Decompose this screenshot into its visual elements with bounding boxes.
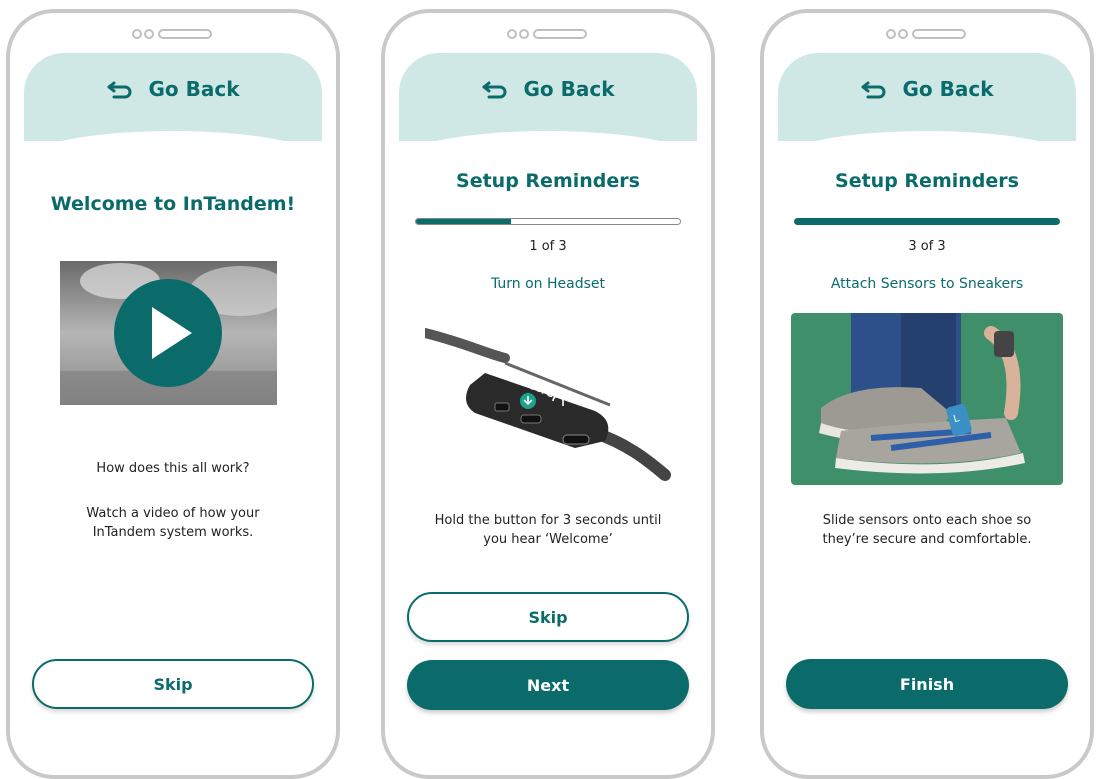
skip-button[interactable]: Skip (407, 592, 689, 642)
sneaker-sensor-photo: L (791, 313, 1063, 485)
finish-button[interactable]: Finish (786, 659, 1068, 709)
back-arrow-icon (107, 81, 132, 99)
step-counter: 1 of 3 (529, 239, 567, 254)
back-arrow-icon (482, 81, 507, 99)
step-subtitle: Turn on Headset (490, 276, 606, 292)
headset-image: Power (425, 313, 675, 483)
page-title: Welcome to InTandem! (50, 193, 296, 215)
step-counter: 3 of 3 (908, 239, 946, 254)
phone-screen-reminders-step1: Go Back Setup Reminders 1 of 3 Turn on H… (381, 9, 715, 779)
go-back-label: Go Back (523, 77, 615, 101)
go-back-label: Go Back (148, 77, 240, 101)
phone-speaker (886, 27, 968, 41)
progress-fill (416, 219, 512, 224)
instruction-text: Slide sensors onto each shoe so they’re … (822, 513, 1032, 547)
next-button[interactable]: Next (407, 660, 689, 710)
go-back-button[interactable]: Go Back (764, 77, 1090, 101)
description-text: Watch a video of how your InTandem syste… (86, 506, 260, 540)
go-back-button[interactable]: Go Back (10, 77, 336, 101)
progress-fill (794, 218, 1060, 225)
back-arrow-icon (861, 81, 886, 99)
phone-screen-welcome: Go Back Welcome to InTandem! How does th… (6, 9, 340, 779)
page-title: Setup Reminders (835, 170, 1019, 192)
go-back-button[interactable]: Go Back (385, 77, 711, 101)
skip-button[interactable]: Skip (32, 659, 314, 709)
step-subtitle: Attach Sensors to Sneakers (830, 276, 1024, 292)
progress-bar (415, 218, 681, 225)
phone-speaker (132, 27, 214, 41)
progress-bar (794, 218, 1060, 225)
question-text: How does this all work? (96, 461, 250, 476)
video-thumbnail[interactable] (60, 261, 277, 405)
phone-screen-reminders-step3: Go Back Setup Reminders 3 of 3 Attach Se… (760, 9, 1094, 779)
phone-speaker (507, 27, 589, 41)
instruction-text: Hold the button for 3 seconds until you … (434, 513, 662, 547)
go-back-label: Go Back (902, 77, 994, 101)
page-title: Setup Reminders (456, 170, 640, 192)
